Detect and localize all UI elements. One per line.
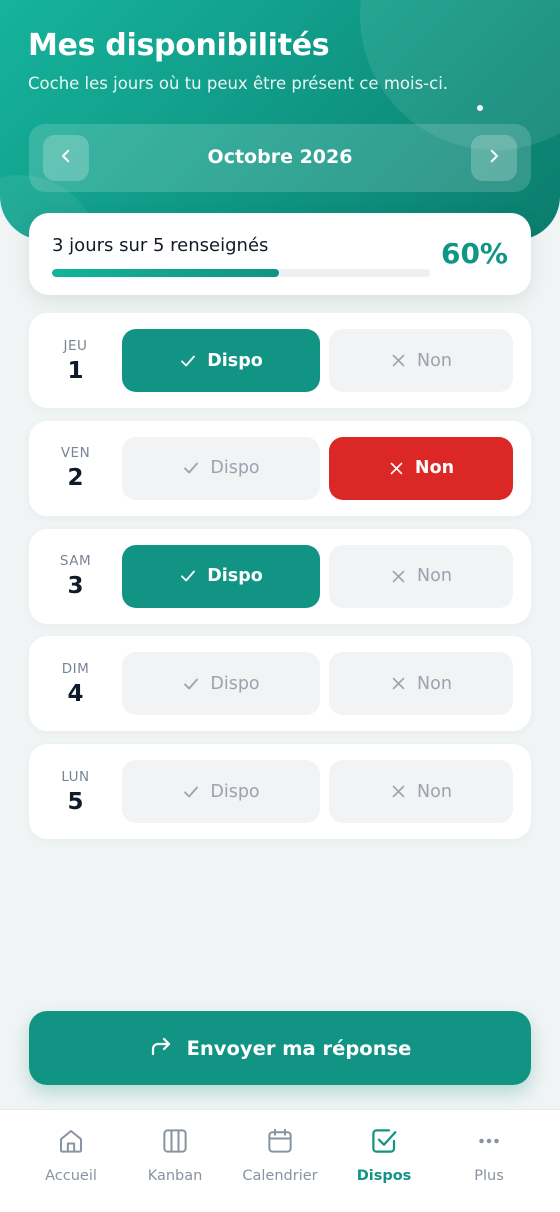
dispo-label: Dispo xyxy=(210,781,260,802)
non-label: Non xyxy=(414,458,455,479)
check-icon xyxy=(182,783,200,801)
check-icon xyxy=(179,352,197,370)
close-icon xyxy=(390,352,407,369)
day-number: 1 xyxy=(67,357,84,384)
month-label: Octobre 2026 xyxy=(207,146,353,168)
header: Mes disponibilités Coche les jours où tu… xyxy=(0,0,560,240)
nav-item-plus[interactable]: Plus xyxy=(433,1110,545,1212)
day-name: VEN xyxy=(60,445,91,462)
submit-button[interactable]: Envoyer ma réponse xyxy=(29,1011,531,1085)
day-name: LUN xyxy=(61,768,90,785)
nav-label: Calendrier xyxy=(242,1168,318,1184)
progress-bar xyxy=(52,269,430,277)
close-icon xyxy=(388,460,405,477)
kanban-icon xyxy=(160,1126,190,1160)
non-label: Non xyxy=(417,673,452,694)
progress-summary: 3 jours sur 5 renseignés xyxy=(52,235,269,256)
dispo-button[interactable]: Dispo xyxy=(122,652,320,716)
non-button[interactable]: Non xyxy=(329,544,513,608)
share-arrow-icon xyxy=(149,1034,173,1063)
calendar-icon xyxy=(265,1126,295,1160)
non-label: Non xyxy=(417,566,452,586)
close-icon xyxy=(390,675,407,692)
month-selector: Octobre 2026 xyxy=(29,124,531,192)
non-button[interactable]: Non xyxy=(329,436,513,500)
day-name: SAM xyxy=(59,553,92,569)
day-label: SAM 3 xyxy=(29,529,122,624)
non-button[interactable]: Non xyxy=(329,329,513,392)
nav-label: Plus xyxy=(474,1168,504,1184)
dispo-button[interactable]: Dispo xyxy=(122,760,320,823)
day-number: 4 xyxy=(67,680,84,707)
day-row: DIM 4 Dispo Non xyxy=(29,636,531,732)
nav-label: Dispos xyxy=(356,1168,412,1184)
close-icon xyxy=(390,568,407,585)
non-button[interactable]: Non xyxy=(329,760,513,823)
progress-card: 3 jours sur 5 renseignés 60% xyxy=(29,213,531,295)
check-icon xyxy=(179,567,197,585)
dispo-label: Dispo xyxy=(207,350,263,371)
checkbox-icon xyxy=(369,1126,399,1160)
dispo-label: Dispo xyxy=(207,566,263,586)
chevron-right-icon xyxy=(485,147,503,169)
dispo-label: Dispo xyxy=(210,458,260,479)
nav-label: Kanban xyxy=(147,1168,203,1184)
dispo-button[interactable]: Dispo xyxy=(122,436,320,500)
check-icon xyxy=(182,675,200,693)
day-label: LUN 5 xyxy=(29,744,122,839)
day-name: DIM xyxy=(61,660,90,677)
nav-item-kanban[interactable]: Kanban xyxy=(119,1110,231,1212)
dispo-button[interactable]: Dispo xyxy=(122,329,320,392)
day-number: 3 xyxy=(67,573,84,599)
close-icon xyxy=(390,783,407,800)
decorative-dot xyxy=(477,105,483,111)
dispo-button[interactable]: Dispo xyxy=(122,544,320,608)
check-icon xyxy=(182,459,200,477)
day-number: 2 xyxy=(67,465,84,492)
day-name: JEU xyxy=(63,337,88,354)
more-icon xyxy=(474,1126,504,1160)
progress-bar-fill xyxy=(52,269,279,277)
non-label: Non xyxy=(417,350,452,371)
dispo-label: Dispo xyxy=(210,673,260,694)
bottom-nav: Accueil Kanban Calendrier Dispos Plus xyxy=(0,1109,560,1212)
nav-label: Accueil xyxy=(45,1168,97,1184)
day-number: 5 xyxy=(67,788,84,815)
day-row: LUN 5 Dispo Non xyxy=(29,744,531,839)
day-label: VEN 2 xyxy=(29,421,122,516)
non-button[interactable]: Non xyxy=(329,652,513,716)
progress-percent: 60% xyxy=(440,237,508,270)
day-row: VEN 2 Dispo Non xyxy=(29,420,531,516)
nav-item-dispos[interactable]: Dispos xyxy=(328,1110,440,1212)
submit-label: Envoyer ma réponse xyxy=(186,1036,412,1060)
day-row: JEU 1 Dispo Non xyxy=(29,313,531,408)
page-subtitle: Coche les jours où tu peux être présent … xyxy=(28,74,449,93)
next-month-button[interactable] xyxy=(471,135,517,181)
non-label: Non xyxy=(417,781,452,802)
day-label: DIM 4 xyxy=(29,636,122,731)
home-icon xyxy=(56,1126,86,1160)
page-title: Mes disponibilités xyxy=(28,28,330,63)
nav-item-accueil[interactable]: Accueil xyxy=(15,1110,127,1212)
nav-item-calendrier[interactable]: Calendrier xyxy=(224,1110,336,1212)
day-row: SAM 3 Dispo Non xyxy=(29,528,531,624)
day-label: JEU 1 xyxy=(29,313,122,408)
